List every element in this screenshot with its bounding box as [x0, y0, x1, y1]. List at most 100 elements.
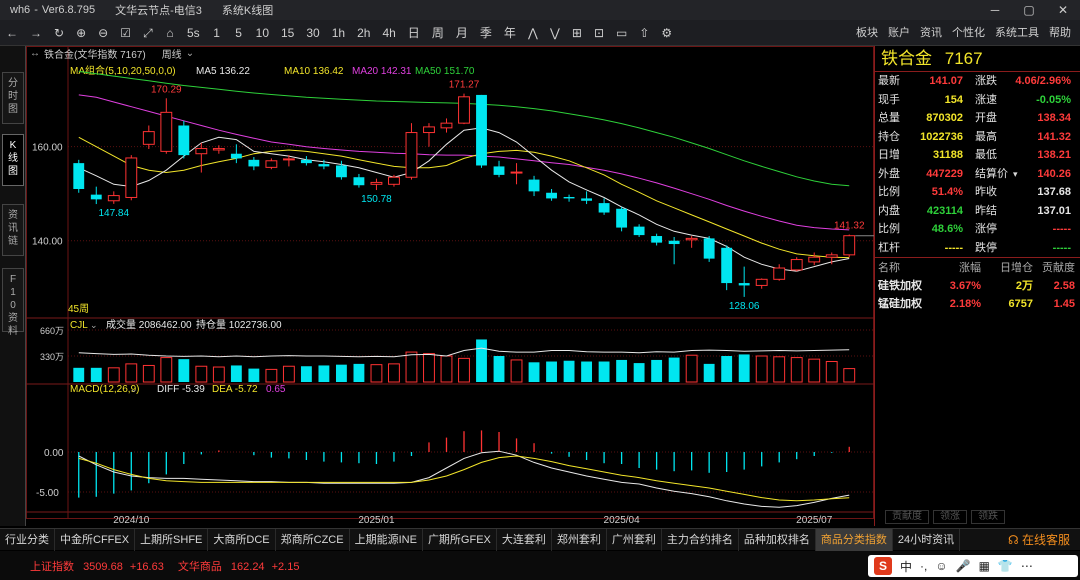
- zoom-in-icon[interactable]: ⊕: [70, 20, 92, 46]
- expand-icon[interactable]: ⤢: [137, 20, 159, 46]
- status-bar: 上证指数 3509.68 +16.63 文华商品 162.24 +2.15 S …: [0, 551, 1080, 580]
- price-annotation: 147.84: [98, 208, 129, 219]
- period-5m[interactable]: 5: [228, 20, 250, 46]
- menu-tools[interactable]: 系统工具: [990, 20, 1044, 46]
- home-icon[interactable]: ⌂: [159, 20, 181, 46]
- grid-icon[interactable]: ⊞: [566, 20, 588, 46]
- ma50-legend: MA50 151.70: [415, 66, 475, 77]
- menu-account[interactable]: 账户: [883, 20, 915, 46]
- members-col-name[interactable]: 名称: [875, 258, 937, 277]
- maximize-button[interactable]: ▢: [1012, 0, 1046, 20]
- exchange-tab[interactable]: 广州套利: [607, 528, 662, 551]
- period-30m[interactable]: 30: [300, 20, 325, 46]
- open-interest-line: [78, 347, 850, 358]
- chevron-down-icon[interactable]: ⌄: [186, 48, 194, 59]
- settings-icon[interactable]: ↔: [30, 48, 40, 59]
- kline-chart[interactable]: 160.00 140.00 660万 330万 0.00 -5.00 45周 2024/10 2…: [26, 46, 874, 526]
- menu-news[interactable]: 资讯: [915, 20, 947, 46]
- period-1m[interactable]: 1: [206, 20, 228, 46]
- ime-lang[interactable]: 中: [900, 558, 912, 575]
- exchange-tab[interactable]: 24小时资讯: [893, 528, 961, 551]
- period-15m[interactable]: 15: [275, 20, 300, 46]
- menu-personalize[interactable]: 个性化: [947, 20, 990, 46]
- ime-punct-icon[interactable]: ·,: [920, 559, 927, 573]
- period-year[interactable]: 年: [498, 20, 522, 46]
- exchange-tab[interactable]: 品种加权排名: [739, 528, 816, 551]
- close-button[interactable]: ✕: [1046, 0, 1080, 20]
- menu-sector[interactable]: 板块: [851, 20, 883, 46]
- ime-toolbar[interactable]: S 中 ·, ☺ 🎤 ▦ 👕 ⋯: [868, 555, 1078, 577]
- exchange-tab[interactable]: 广期所GFEX: [423, 528, 497, 551]
- candle-body: [282, 158, 295, 161]
- exchange-tab[interactable]: 中金所CFFEX: [55, 528, 136, 551]
- back-icon[interactable]: ←: [0, 20, 24, 46]
- member-row[interactable]: 锰硅加权 2.18% 6757 1.45: [875, 295, 1080, 313]
- panel-tab-losers[interactable]: 领跌: [971, 510, 1005, 524]
- ime-mic-icon[interactable]: 🎤: [956, 559, 971, 573]
- down-icon[interactable]: ⋁: [544, 20, 566, 46]
- minimize-button[interactable]: ─: [978, 0, 1012, 20]
- quote-row: 杠杆 ----- 跌停 -----: [875, 239, 1080, 258]
- ime-more-icon[interactable]: ⋯: [1021, 559, 1033, 573]
- status-wh-label: 文华商品: [177, 560, 222, 573]
- candle-body: [335, 165, 347, 178]
- menu-help[interactable]: 帮助: [1044, 20, 1076, 46]
- exchange-tab[interactable]: 大连套利: [497, 528, 552, 551]
- candle-body: [195, 148, 208, 155]
- chevron-down-icon[interactable]: ▾: [1013, 165, 1018, 184]
- window-icon[interactable]: ⊡: [588, 20, 610, 46]
- rect-icon[interactable]: ▭: [610, 20, 633, 46]
- date-tick: 2025/07: [796, 515, 833, 526]
- export-icon[interactable]: ⇧: [633, 20, 655, 46]
- gear-icon[interactable]: ⚙: [655, 20, 678, 46]
- members-col-contrib[interactable]: 贡献度: [1033, 258, 1079, 277]
- period-label[interactable]: 周线: [162, 46, 182, 61]
- period-week[interactable]: 周: [426, 20, 450, 46]
- panel-tab-gainers[interactable]: 领涨: [933, 510, 967, 524]
- tab-intraday[interactable]: 分时图: [2, 72, 24, 124]
- contract-label[interactable]: 铁合金(文华指数 7167): [44, 46, 146, 61]
- tab-kline[interactable]: K线图: [2, 134, 24, 186]
- ime-keyboard-icon[interactable]: ▦: [979, 559, 990, 573]
- tab-f10[interactable]: F10资料: [2, 268, 24, 337]
- period-4h[interactable]: 4h: [376, 20, 401, 46]
- period-1h[interactable]: 1h: [326, 20, 351, 46]
- up-icon[interactable]: ⋀: [522, 20, 544, 46]
- period-quarter[interactable]: 季: [474, 20, 498, 46]
- period-day[interactable]: 日: [402, 20, 426, 46]
- tab-news-chain[interactable]: 资讯链: [2, 204, 24, 256]
- ime-emoji-icon[interactable]: ☺: [935, 559, 947, 573]
- members-col-chg[interactable]: 涨幅: [937, 258, 981, 277]
- exchange-tab[interactable]: 上期所SHFE: [135, 528, 209, 551]
- quote-row: 总量 870302 开盘 138.34: [875, 109, 1080, 128]
- refresh-icon[interactable]: ↻: [48, 20, 70, 46]
- members-col-oi[interactable]: 日增仓: [981, 258, 1033, 277]
- candle-body: [476, 94, 487, 166]
- ime-skin-icon[interactable]: 👕: [998, 559, 1013, 573]
- volume-bar: [107, 367, 120, 383]
- zoom-out-icon[interactable]: ⊖: [92, 20, 114, 46]
- period-month[interactable]: 月: [450, 20, 474, 46]
- exchange-tab[interactable]: 行业分类: [0, 528, 55, 551]
- online-support[interactable]: ☊ 在线客服: [1008, 529, 1070, 551]
- exchange-tab[interactable]: 主力合约排名: [662, 528, 739, 551]
- volume-bar: [370, 364, 383, 383]
- period-10m[interactable]: 10: [250, 20, 275, 46]
- exchange-tab[interactable]: 商品分类指数: [815, 528, 893, 551]
- exchange-tab[interactable]: 郑商所CZCE: [276, 528, 350, 551]
- member-row[interactable]: 硅铁加权 3.67% 2万 2.58: [875, 277, 1080, 295]
- exchange-tab[interactable]: 郑州套利: [552, 528, 607, 551]
- chevron-down-icon: ⌄: [90, 320, 98, 330]
- price-annotation: 128.06: [729, 301, 760, 312]
- period-2h[interactable]: 2h: [351, 20, 376, 46]
- quote-row: 外盘 447229 结算价 140.26 ▾: [875, 165, 1080, 184]
- ime-logo-icon[interactable]: S: [874, 557, 892, 575]
- period-5s[interactable]: 5s: [181, 20, 206, 46]
- chart-area[interactable]: 160.00 140.00 660万 330万 0.00 -5.00 45周 2024/10 2…: [26, 46, 874, 526]
- forward-icon[interactable]: →: [24, 20, 48, 46]
- exchange-tab[interactable]: 上期能源INE: [350, 528, 423, 551]
- select-icon[interactable]: ☑: [114, 20, 137, 46]
- panel-tab-contrib[interactable]: 贡献度: [885, 510, 929, 524]
- exchange-tab[interactable]: 大商所DCE: [208, 528, 276, 551]
- volume-bar: [318, 365, 330, 382]
